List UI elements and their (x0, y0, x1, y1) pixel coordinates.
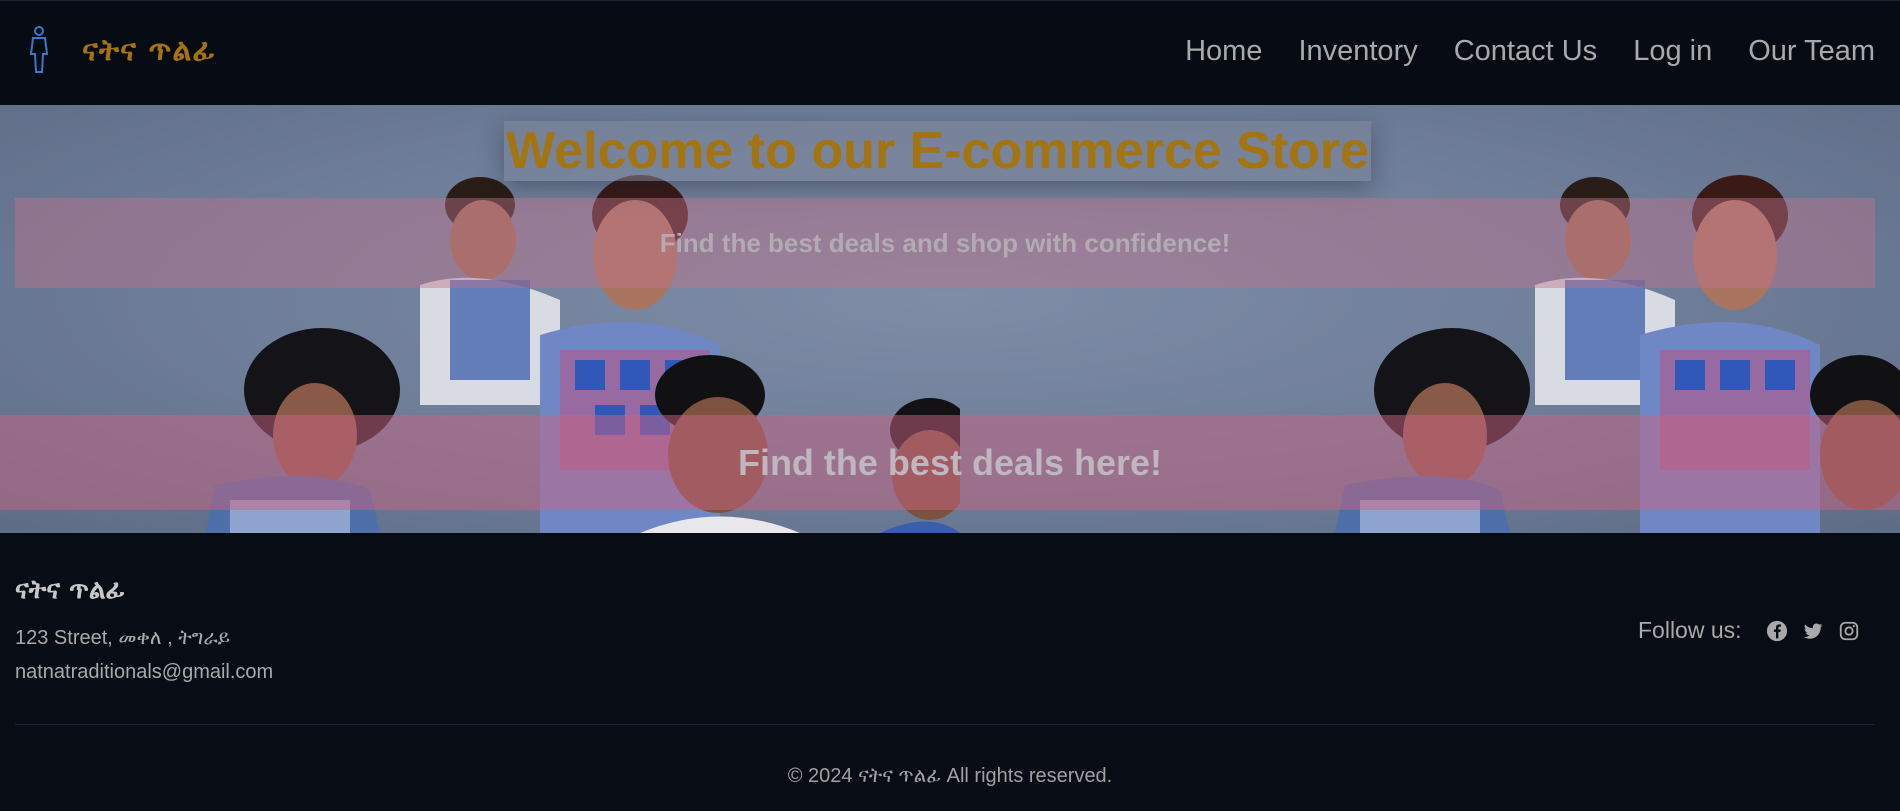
instagram-icon[interactable] (1838, 620, 1860, 642)
hero-subtitle-band: Find the best deals and shop with confid… (15, 198, 1875, 288)
main-nav: Home Inventory Contact Us Log in Our Tea… (1185, 35, 1875, 68)
footer-email[interactable]: natnatraditionals@gmail.com (15, 661, 273, 684)
nav-home[interactable]: Home (1185, 35, 1262, 68)
person-icon (29, 26, 49, 73)
nav-contact-us[interactable]: Contact Us (1454, 35, 1597, 68)
nav-log-in[interactable]: Log in (1633, 35, 1712, 68)
brand-name: ናትና ጥልፊ (82, 32, 216, 68)
site-header: ናትና ጥልፊ Home Inventory Contact Us Log in… (0, 0, 1900, 105)
footer-address: 123 Street, መቀለ , ትግራይ (15, 627, 231, 649)
copyright: © 2024 ናትና ጥልፊ All rights reserved. (787, 765, 1113, 787)
nav-our-team[interactable]: Our Team (1748, 35, 1875, 68)
twitter-icon[interactable] (1802, 620, 1824, 642)
brand[interactable]: ናትና ጥልፊ (24, 25, 216, 75)
hero-deals-banner: Find the best deals here! (0, 415, 1900, 510)
hero-title: Welcome to our E-commerce Store (506, 122, 1370, 180)
facebook-icon[interactable] (1766, 620, 1788, 642)
footer-divider (15, 724, 1875, 725)
hero-deals-text: Find the best deals here! (737, 441, 1163, 483)
nav-inventory[interactable]: Inventory (1298, 35, 1417, 68)
footer-brand-name: ናትና ጥልፊ (15, 575, 125, 605)
follow-label: Follow us: (1638, 617, 1742, 643)
hero-subtitle: Find the best deals and shop with confid… (659, 227, 1231, 258)
follow-us: Follow us: (1638, 617, 1874, 644)
hero-section: Welcome to our E-commerce Store Find the… (0, 105, 1900, 533)
hero-title-box: Welcome to our E-commerce Store (504, 121, 1372, 181)
